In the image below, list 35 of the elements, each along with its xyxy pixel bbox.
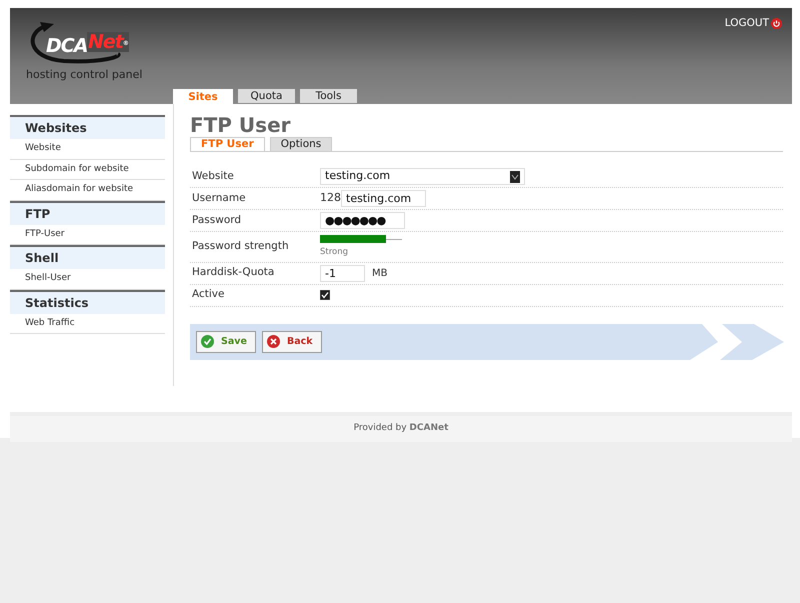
sidebar-heading: Statistics — [10, 290, 165, 314]
cancel-icon — [267, 335, 280, 348]
power-icon — [771, 18, 782, 30]
sidebar-heading: Websites — [10, 115, 165, 139]
sidebar-heading: Shell — [10, 245, 165, 269]
field-label: Active — [191, 287, 226, 302]
sidebar-item[interactable]: Website — [10, 139, 165, 160]
password-field[interactable]: ●●●●●●● — [320, 212, 405, 229]
website-select[interactable]: testing.com — [320, 168, 525, 185]
uid-prefix: 128 — [320, 190, 341, 206]
strength-reading: Strong — [320, 246, 350, 259]
field-label: Harddisk-Quota — [191, 265, 276, 280]
back-button[interactable]: Back — [262, 330, 322, 353]
sub-tab[interactable]: Options — [270, 137, 332, 151]
quota-field[interactable]: -1 — [320, 264, 365, 282]
unit-label: MB — [372, 266, 388, 281]
footer-text: Provided by DCANet — [354, 422, 448, 436]
field-label: Password — [191, 212, 242, 228]
sidebar-item[interactable]: Web Traffic — [10, 314, 165, 334]
nav-tab[interactable]: Quota — [238, 89, 295, 103]
username-field[interactable]: testing.com — [341, 190, 426, 207]
logout-link[interactable]: LOGOUT — [724, 16, 782, 32]
save-button[interactable]: Save — [196, 330, 256, 353]
nav-tab[interactable]: Tools — [300, 89, 357, 103]
logo-text: DCA — [46, 34, 88, 59]
panel-subtitle: hosting control panel — [26, 67, 142, 83]
logo-accent-text: Net$^{®}$ — [87, 32, 129, 52]
page-title: FTP User — [190, 113, 292, 137]
field-label: Website — [191, 168, 235, 184]
active-checkbox[interactable] — [320, 290, 330, 300]
check-icon — [201, 335, 214, 348]
sidebar-heading: FTP — [10, 200, 165, 224]
field-label: Password strength — [191, 239, 290, 254]
sidebar-item[interactable]: Subdomain for website — [10, 160, 165, 180]
field-label: Username — [191, 190, 247, 206]
